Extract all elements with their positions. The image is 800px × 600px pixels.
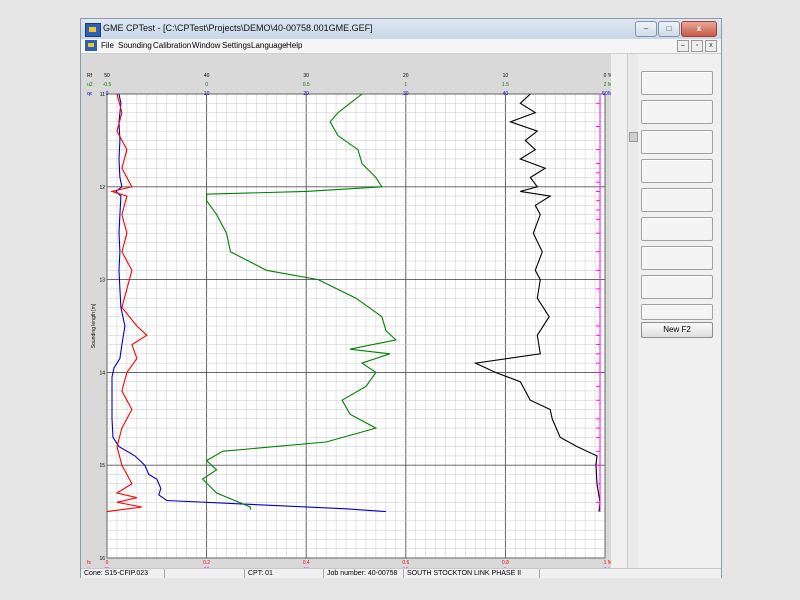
top-axis-tick-label: 30 [403, 91, 409, 97]
menu-sounding[interactable]: Sounding [118, 41, 152, 50]
mdi-restore-button[interactable]: ▫ [691, 40, 703, 52]
new-f2-button[interactable]: New F2 [641, 322, 713, 338]
sounding-slot[interactable] [641, 217, 713, 241]
menu-settings[interactable]: Settings [222, 41, 251, 50]
app-icon [85, 23, 101, 37]
bottom-axis-unit: fs [87, 560, 91, 566]
top-axis-tick-label: 1 [404, 82, 407, 88]
y-tick-label: 13 [99, 278, 105, 284]
status-empty [539, 569, 721, 578]
y-tick-label: 12 [99, 185, 105, 191]
window-title: GME CPTest - [C:\CPTest\Projects\DEMO\40… [103, 23, 373, 33]
top-axis-tick-label: 0 [205, 82, 208, 88]
status-job: Job number: 40-00758 [323, 569, 403, 578]
y-tick-label: 11 [100, 92, 105, 98]
menu-file[interactable]: File [101, 41, 114, 50]
bottom-axis-tick-label: 0 [106, 560, 109, 566]
y-tick-label: 14 [99, 370, 105, 376]
y-tick-label: 16 [99, 556, 105, 562]
document-icon[interactable] [85, 40, 97, 51]
cpt-chart: 111213141516Sounding length [m]Rf 50 40 30 2… [87, 73, 611, 568]
menu-calibration[interactable]: Calibration [153, 41, 191, 50]
menu-language[interactable]: Language [251, 41, 287, 50]
top-axis-tick-label: 0 [106, 91, 109, 97]
caption-buttons: – □ x [635, 21, 717, 37]
mdi-minimize-button[interactable]: – [677, 40, 689, 52]
bottom-axis-tick-label: 0.4 [303, 560, 310, 566]
sounding-slot[interactable] [641, 159, 713, 183]
maximize-button[interactable]: □ [658, 21, 680, 37]
top-axis-unit: u2 [87, 82, 93, 88]
bottom-axis-tick-label: 0.2 [203, 560, 210, 566]
bottom-axis-tick-label: 1 [604, 560, 607, 566]
status-cpt: CPT: 01 [244, 569, 323, 578]
top-axis-unit: Rf [87, 73, 93, 79]
top-axis-tick-label: 10 [503, 73, 509, 79]
minimize-button[interactable]: – [635, 21, 657, 37]
top-axis-tick-label: 2 [604, 82, 607, 88]
top-axis-tick-label: 0.5 [303, 82, 310, 88]
top-axis-tick-label: 40 [204, 73, 210, 79]
y-tick-label: 15 [99, 463, 105, 469]
top-axis-tick-label: -0.5 [103, 82, 112, 88]
vertical-scrollbar[interactable] [627, 54, 638, 568]
menu-bar: File Sounding Calibration Window Setting… [81, 39, 721, 54]
top-axis-tick-label: 10 [204, 91, 210, 97]
status-project: SOUTH STOCKTON LINK PHASE II [403, 569, 539, 578]
sounding-slot[interactable] [641, 71, 713, 95]
sounding-slot[interactable] [641, 130, 713, 154]
mdi-buttons: – ▫ x [677, 40, 717, 52]
status-cone: Cone: S15-CFIP.023 [84, 570, 149, 577]
top-axis-tick-label: 1.5 [502, 82, 509, 88]
top-axis-tick-label: 0 [604, 73, 607, 79]
bottom-axis-tick-label: 0.8 [502, 560, 509, 566]
sounding-slot[interactable] [641, 275, 713, 299]
cpt-chart-area[interactable]: 11 12 13 14 15 16 Sounding length [m] Rf 50 40 30 2… [81, 54, 611, 568]
top-axis-end-unit: MPa [608, 82, 611, 88]
sounding-panel: New F2 [639, 54, 721, 568]
bottom-axis-tick-label: 0.6 [402, 560, 409, 566]
y-axis-label: Sounding length [m] [91, 303, 97, 348]
top-axis-tick-label: 40 [503, 91, 509, 97]
sounding-slot[interactable] [641, 246, 713, 270]
status-bar: Cone: S15-CFIP.023 CPT: 01 Job number: 4… [81, 568, 721, 578]
title-bar[interactable]: GME CPTest - [C:\CPTest\Projects\DEMO\40… [81, 19, 721, 39]
sounding-slot[interactable] [641, 188, 713, 212]
top-axis-end-unit: % [608, 73, 611, 79]
top-axis-unit: qc [87, 91, 93, 97]
scrollbar-thumb[interactable] [629, 132, 638, 142]
mdi-close-button[interactable]: x [705, 40, 717, 52]
top-axis-tick-label: 20 [303, 91, 309, 97]
menu-window[interactable]: Window [192, 41, 220, 50]
top-axis-end-unit: MPa [608, 91, 611, 97]
top-axis-tick-label: 20 [403, 73, 409, 79]
sounding-slot[interactable] [641, 304, 713, 320]
status-empty [164, 569, 244, 578]
close-button[interactable]: x [681, 21, 717, 37]
bottom-axis-end-unit: MPa [608, 560, 611, 566]
top-axis-tick-label: 30 [303, 73, 309, 79]
app-window: GME CPTest - [C:\CPTest\Projects\DEMO\40… [80, 18, 722, 578]
menu-help[interactable]: Help [286, 41, 302, 50]
sounding-slot[interactable] [641, 100, 713, 124]
top-axis-tick-label: 50 [104, 73, 110, 79]
